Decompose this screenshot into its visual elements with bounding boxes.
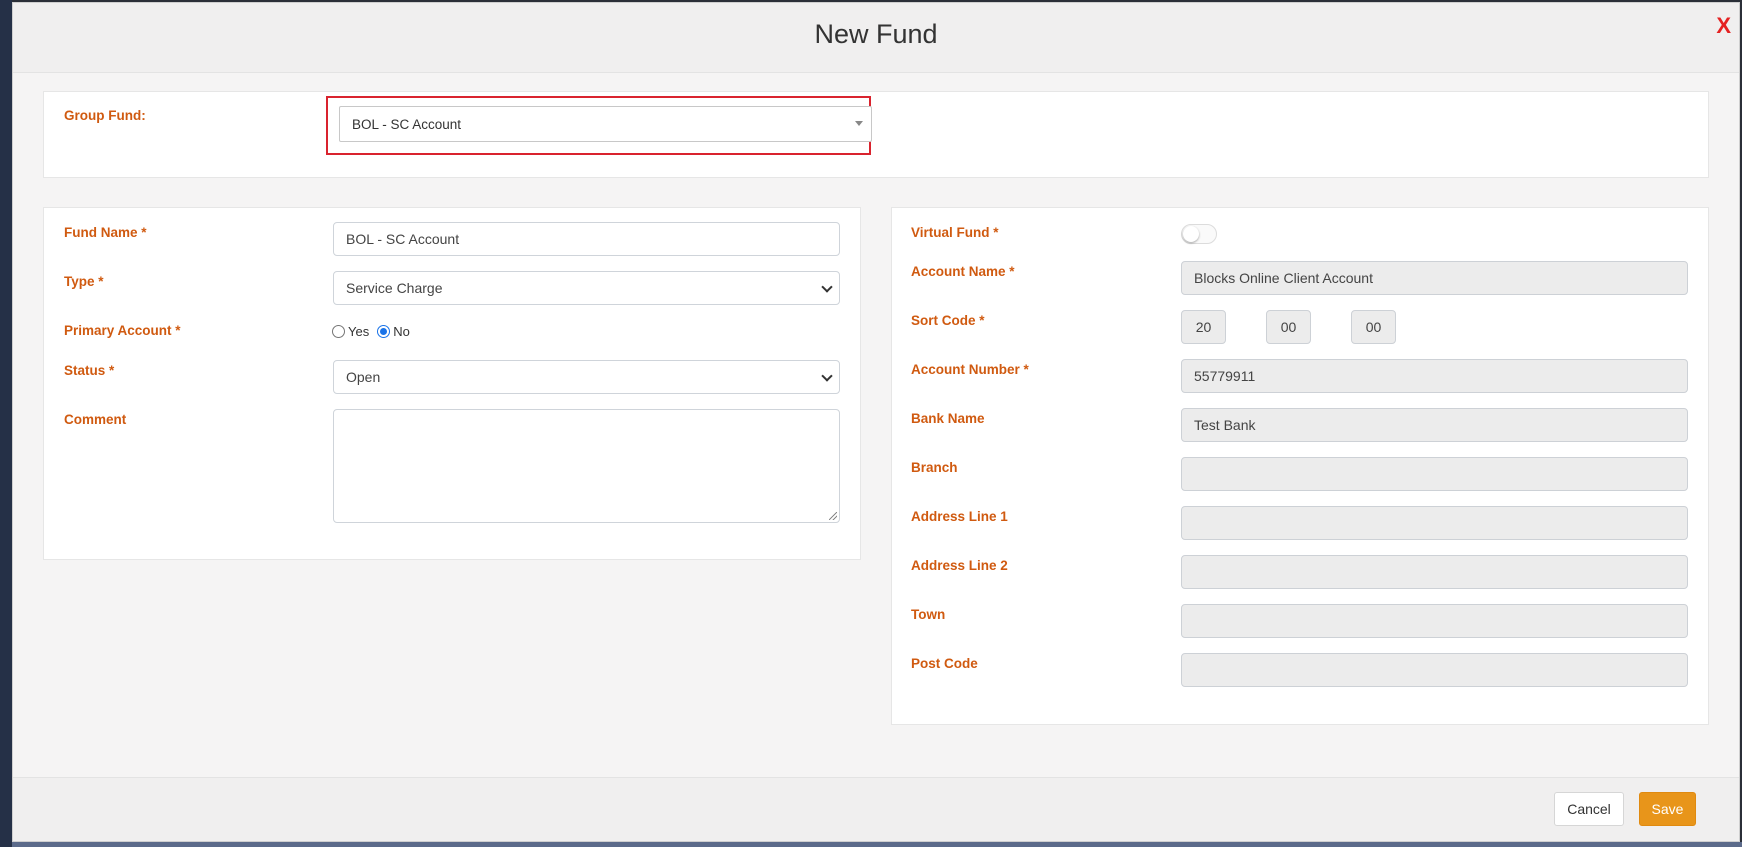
bank-name-input[interactable]: Test Bank	[1181, 408, 1688, 442]
sort-code-part-2-value: 00	[1280, 319, 1297, 335]
group-fund-value: BOL - SC Account	[352, 116, 462, 132]
background-strip	[12, 842, 1742, 847]
virtual-fund-label: Virtual Fund *	[911, 225, 999, 240]
comment-label: Comment	[64, 412, 127, 427]
bank-name-value: Test Bank	[1194, 417, 1256, 433]
sort-code-label: Sort Code *	[911, 313, 985, 328]
primary-account-no-label: No	[393, 324, 410, 339]
account-number-input[interactable]: 55779911	[1181, 359, 1688, 393]
cancel-button[interactable]: Cancel	[1554, 792, 1624, 826]
account-number-label: Account Number *	[911, 362, 1029, 377]
primary-account-yes-label: Yes	[348, 324, 370, 339]
sort-code-part-2[interactable]: 00	[1266, 310, 1311, 344]
fund-name-value: BOL - SC Account	[346, 231, 460, 247]
save-button[interactable]: Save	[1639, 792, 1696, 826]
branch-label: Branch	[911, 460, 958, 475]
type-value: Service Charge	[346, 280, 443, 296]
comment-textarea[interactable]	[333, 409, 840, 523]
town-label: Town	[911, 607, 946, 622]
fund-name-input[interactable]: BOL - SC Account	[333, 222, 840, 256]
new-fund-modal: New Fund X Group Fund: BOL - SC Account …	[12, 2, 1740, 842]
fund-name-label: Fund Name *	[64, 225, 147, 240]
status-select[interactable]: Open	[333, 360, 840, 394]
group-fund-label: Group Fund:	[64, 108, 146, 123]
account-number-value: 55779911	[1194, 368, 1256, 384]
close-button[interactable]: X	[1716, 13, 1731, 39]
resize-grip-icon[interactable]	[829, 512, 837, 520]
account-name-label: Account Name *	[911, 264, 1015, 279]
modal-header: New Fund X	[13, 3, 1739, 73]
sort-code-part-1-value: 20	[1195, 319, 1212, 335]
background-sidebar	[0, 0, 12, 847]
toggle-knob	[1183, 226, 1199, 242]
post-code-input[interactable]	[1181, 653, 1688, 687]
address-line-1-label: Address Line 1	[911, 509, 1008, 524]
sort-code-part-1[interactable]: 20	[1181, 310, 1226, 344]
type-label: Type *	[64, 274, 104, 289]
group-fund-panel	[43, 91, 1709, 178]
sort-code-part-3-value: 00	[1365, 319, 1382, 335]
primary-account-yes-radio[interactable]	[332, 325, 345, 338]
address-line-2-label: Address Line 2	[911, 558, 1008, 573]
status-label: Status *	[64, 363, 115, 378]
address-line-2-input[interactable]	[1181, 555, 1688, 589]
type-select[interactable]: Service Charge	[333, 271, 840, 305]
branch-input[interactable]	[1181, 457, 1688, 491]
status-value: Open	[346, 369, 381, 385]
account-name-input[interactable]: Blocks Online Client Account	[1181, 261, 1688, 295]
primary-account-no-radio[interactable]	[377, 325, 391, 338]
post-code-label: Post Code	[911, 656, 978, 671]
chevron-down-icon	[821, 370, 833, 382]
dropdown-arrow-icon	[855, 121, 863, 126]
primary-account-label: Primary Account *	[64, 323, 181, 338]
virtual-fund-toggle[interactable]	[1181, 224, 1217, 244]
chevron-down-icon	[821, 281, 833, 293]
modal-title: New Fund	[814, 19, 938, 49]
account-name-value: Blocks Online Client Account	[1194, 270, 1373, 286]
town-input[interactable]	[1181, 604, 1688, 638]
bank-name-label: Bank Name	[911, 411, 985, 426]
sort-code-part-3[interactable]: 00	[1351, 310, 1396, 344]
group-fund-select[interactable]: BOL - SC Account	[339, 106, 872, 142]
modal-footer: Cancel Save	[13, 777, 1739, 841]
address-line-1-input[interactable]	[1181, 506, 1688, 540]
primary-account-radio-group: Yes No	[332, 324, 410, 339]
